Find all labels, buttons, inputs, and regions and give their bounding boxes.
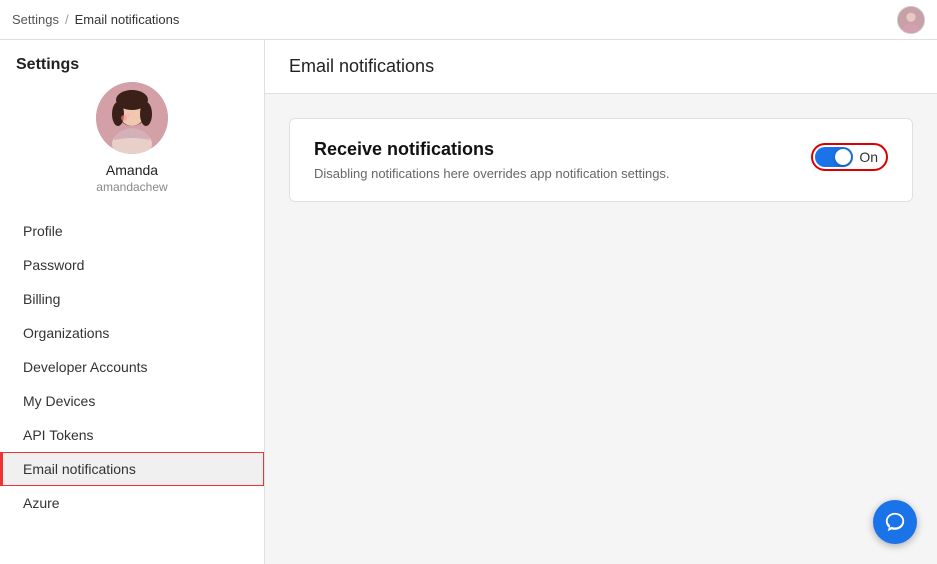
notification-card: Receive notifications Disabling notifica…	[289, 118, 913, 202]
breadcrumb-root[interactable]: Settings	[12, 12, 59, 27]
user-avatar-top[interactable]	[897, 6, 925, 34]
toggle-wrapper[interactable]: On	[811, 143, 888, 171]
breadcrumb-current: Email notifications	[75, 12, 180, 27]
sidebar-item-email-notifications[interactable]: Email notifications	[0, 452, 264, 486]
notification-subtitle: Disabling notifications here overrides a…	[314, 166, 791, 181]
toggle-track[interactable]	[815, 147, 853, 167]
sidebar-profile: Amanda amandachew	[0, 82, 264, 214]
sidebar: Settings	[0, 40, 265, 564]
sidebar-username: amandachew	[96, 180, 167, 194]
sidebar-title: Settings	[0, 56, 264, 82]
avatar	[96, 82, 168, 154]
main-content: Email notifications Receive notification…	[265, 40, 937, 564]
sidebar-item-organizations[interactable]: Organizations	[0, 316, 264, 350]
sidebar-item-azure[interactable]: Azure	[0, 486, 264, 520]
breadcrumb: Settings / Email notifications	[12, 12, 179, 27]
main-body: Receive notifications Disabling notifica…	[265, 94, 937, 226]
chat-button[interactable]	[873, 500, 917, 544]
notification-card-left: Receive notifications Disabling notifica…	[314, 139, 791, 181]
notification-toggle-area: On	[811, 143, 888, 171]
toggle-thumb	[835, 149, 851, 165]
sidebar-item-api-tokens[interactable]: API Tokens	[0, 418, 264, 452]
sidebar-item-password[interactable]: Password	[0, 248, 264, 282]
sidebar-user-name: Amanda	[106, 162, 158, 178]
sidebar-nav: ProfilePasswordBillingOrganizationsDevel…	[0, 214, 264, 520]
sidebar-item-developer-accounts[interactable]: Developer Accounts	[0, 350, 264, 384]
notification-title: Receive notifications	[314, 139, 791, 160]
main-header-title: Email notifications	[265, 40, 937, 94]
topbar: Settings / Email notifications	[0, 0, 937, 40]
main-layout: Settings	[0, 40, 937, 564]
sidebar-item-billing[interactable]: Billing	[0, 282, 264, 316]
sidebar-item-my-devices[interactable]: My Devices	[0, 384, 264, 418]
sidebar-item-profile[interactable]: Profile	[0, 214, 264, 248]
breadcrumb-separator: /	[65, 12, 69, 27]
toggle-label: On	[859, 149, 878, 165]
